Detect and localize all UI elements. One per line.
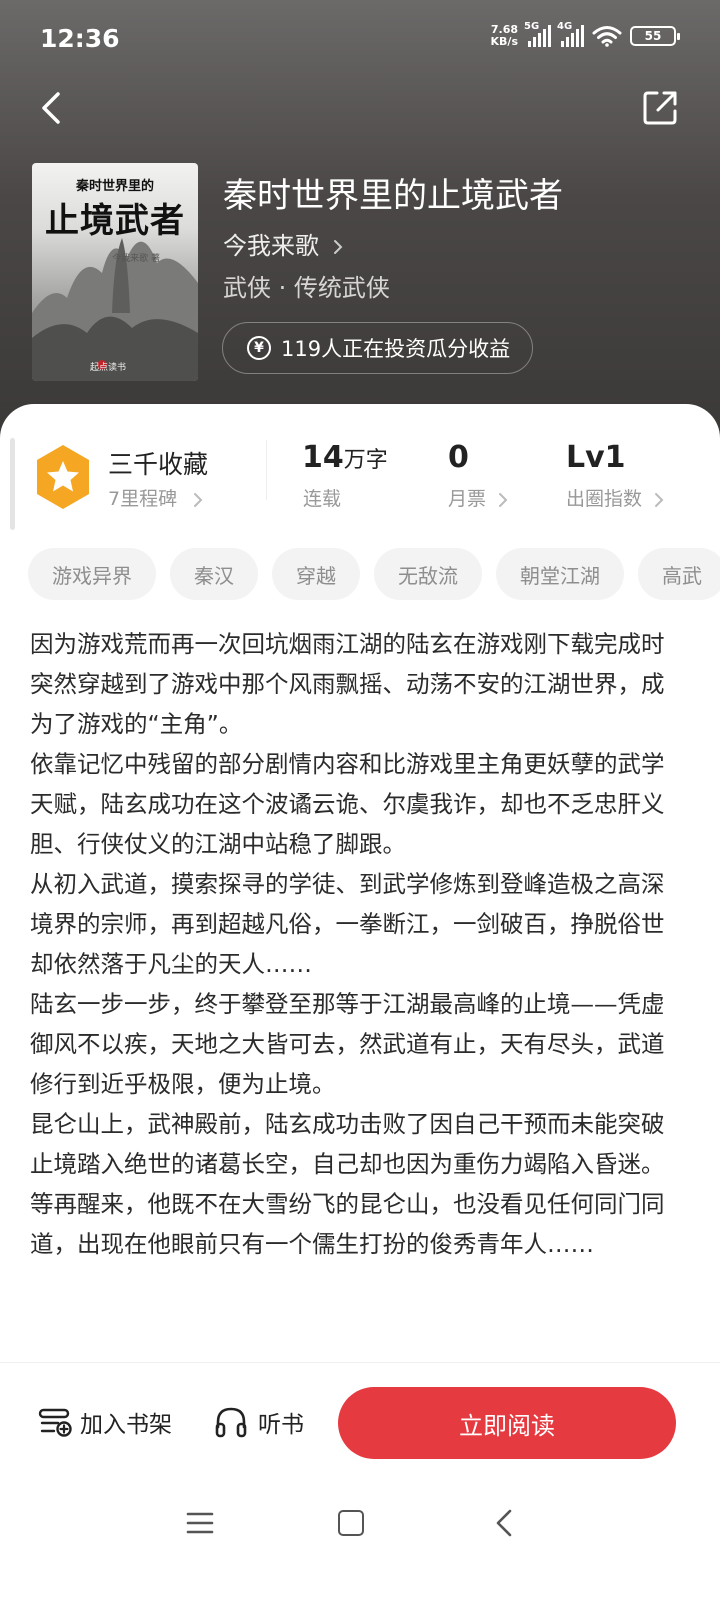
- signal-5g-icon: 5G: [524, 21, 551, 47]
- headphones-icon: [215, 1407, 247, 1438]
- milestone-link[interactable]: 7里程碑: [108, 484, 205, 511]
- synopsis-paragraph: 因为游戏荒而再一次回坑烟雨江湖的陆玄在游戏刚下载完成时突然穿越到了游戏中那个风雨…: [30, 630, 665, 738]
- cover-subtitle: 秦时世界里的: [75, 179, 154, 194]
- add-shelf-icon: [38, 1408, 72, 1437]
- stats-divider: [266, 440, 267, 500]
- tag-chip[interactable]: 游戏异界: [28, 548, 156, 600]
- synopsis-paragraph: 依靠记忆中残留的部分剧情内容和比游戏里主角更妖孽的武学天赋，陆玄成功在这个波谲云…: [30, 750, 665, 858]
- signal-4g-icon: 4G: [557, 21, 584, 47]
- book-title: 秦时世界里的止境武者: [223, 176, 563, 216]
- invest-button[interactable]: ¥ 119人正在投资瓜分收益: [222, 322, 534, 374]
- cover-title: 止境武者: [45, 201, 185, 241]
- network-speed: 7.68 KB/s: [490, 23, 518, 48]
- monthly-ticket-count: 0: [448, 440, 469, 475]
- back-icon[interactable]: [492, 1508, 516, 1538]
- listen-button[interactable]: 听书: [214, 1405, 304, 1439]
- synopsis-paragraph: 从初入武道，摸索探寻的学徒、到武学修炼到登峰造极之高深境界的宗师，再到超越凡俗，…: [30, 870, 665, 978]
- home-icon[interactable]: [338, 1510, 364, 1536]
- synopsis: 因为游戏荒而再一次回坑烟雨江湖的陆玄在游戏刚下载完成时突然穿越到了游戏中那个风雨…: [30, 624, 670, 1362]
- bottom-action-bar: 加入书架 听书 立即阅读: [0, 1362, 720, 1474]
- chevron-right-icon: [194, 492, 203, 507]
- battery-icon: 55: [630, 26, 680, 46]
- word-count: 14万字: [302, 440, 388, 475]
- yen-icon: ¥: [247, 336, 271, 360]
- wifi-icon: [592, 26, 622, 47]
- monthly-ticket-link[interactable]: 月票: [448, 484, 510, 511]
- menu-icon[interactable]: [186, 1510, 214, 1536]
- favorites-count[interactable]: 三千收藏: [108, 445, 208, 481]
- author-link[interactable]: 今我来歌: [223, 226, 345, 261]
- tag-chip[interactable]: 无敌流: [374, 548, 482, 600]
- status-bar: 12:36 7.68 KB/s 5G 4G 55: [0, 0, 720, 80]
- cover-author: 今我来歌 著: [112, 254, 160, 264]
- synopsis-paragraph: 昆仑山上，武神殿前，陆玄成功击败了因自己干预而未能突破止境踏入绝世的诸葛长空，自…: [30, 1110, 665, 1178]
- chevron-right-icon: [655, 492, 664, 507]
- book-cover[interactable]: 秦时世界里的 止境武者 今我来歌 著 起点读书: [32, 163, 198, 381]
- add-to-shelf-button[interactable]: 加入书架: [38, 1405, 172, 1439]
- influence-level: Lv1: [566, 440, 626, 475]
- synopsis-paragraph: 陆玄一步一步，终于攀登至那等于江湖最高峰的止境——凭虚御风不以疾，天地之大皆可去…: [30, 990, 665, 1098]
- tag-chip[interactable]: 秦汉: [170, 548, 258, 600]
- star-badge-icon: [37, 445, 89, 509]
- book-genre: 武侠 · 传统武侠: [223, 274, 390, 302]
- influence-index-link[interactable]: 出圈指数: [566, 484, 666, 511]
- status-icons: 7.68 KB/s 5G 4G 55: [490, 21, 680, 48]
- chevron-right-icon: [499, 492, 508, 507]
- tag-chip[interactable]: 穿越: [272, 548, 360, 600]
- serial-status: 连载: [303, 488, 342, 510]
- read-now-button[interactable]: 立即阅读: [338, 1387, 676, 1459]
- tag-chip[interactable]: 高武: [638, 548, 720, 600]
- back-button[interactable]: [32, 88, 72, 128]
- cover-publisher: 起点读书: [90, 363, 127, 373]
- tag-chip[interactable]: 朝堂江湖: [496, 548, 624, 600]
- scroll-indicator: [10, 438, 15, 530]
- synopsis-paragraph: 等再醒来，他既不在大雪纷飞的昆仑山，也没看见任何同门同道，出现在他眼前只有一个儒…: [30, 1190, 665, 1258]
- chevron-right-icon: [333, 240, 343, 254]
- status-time: 12:36: [40, 24, 120, 53]
- system-nav-bar: [0, 1474, 720, 1600]
- tag-list: 游戏异界 秦汉 穿越 无敌流 朝堂江湖 高武: [28, 548, 720, 600]
- share-button[interactable]: [640, 88, 680, 128]
